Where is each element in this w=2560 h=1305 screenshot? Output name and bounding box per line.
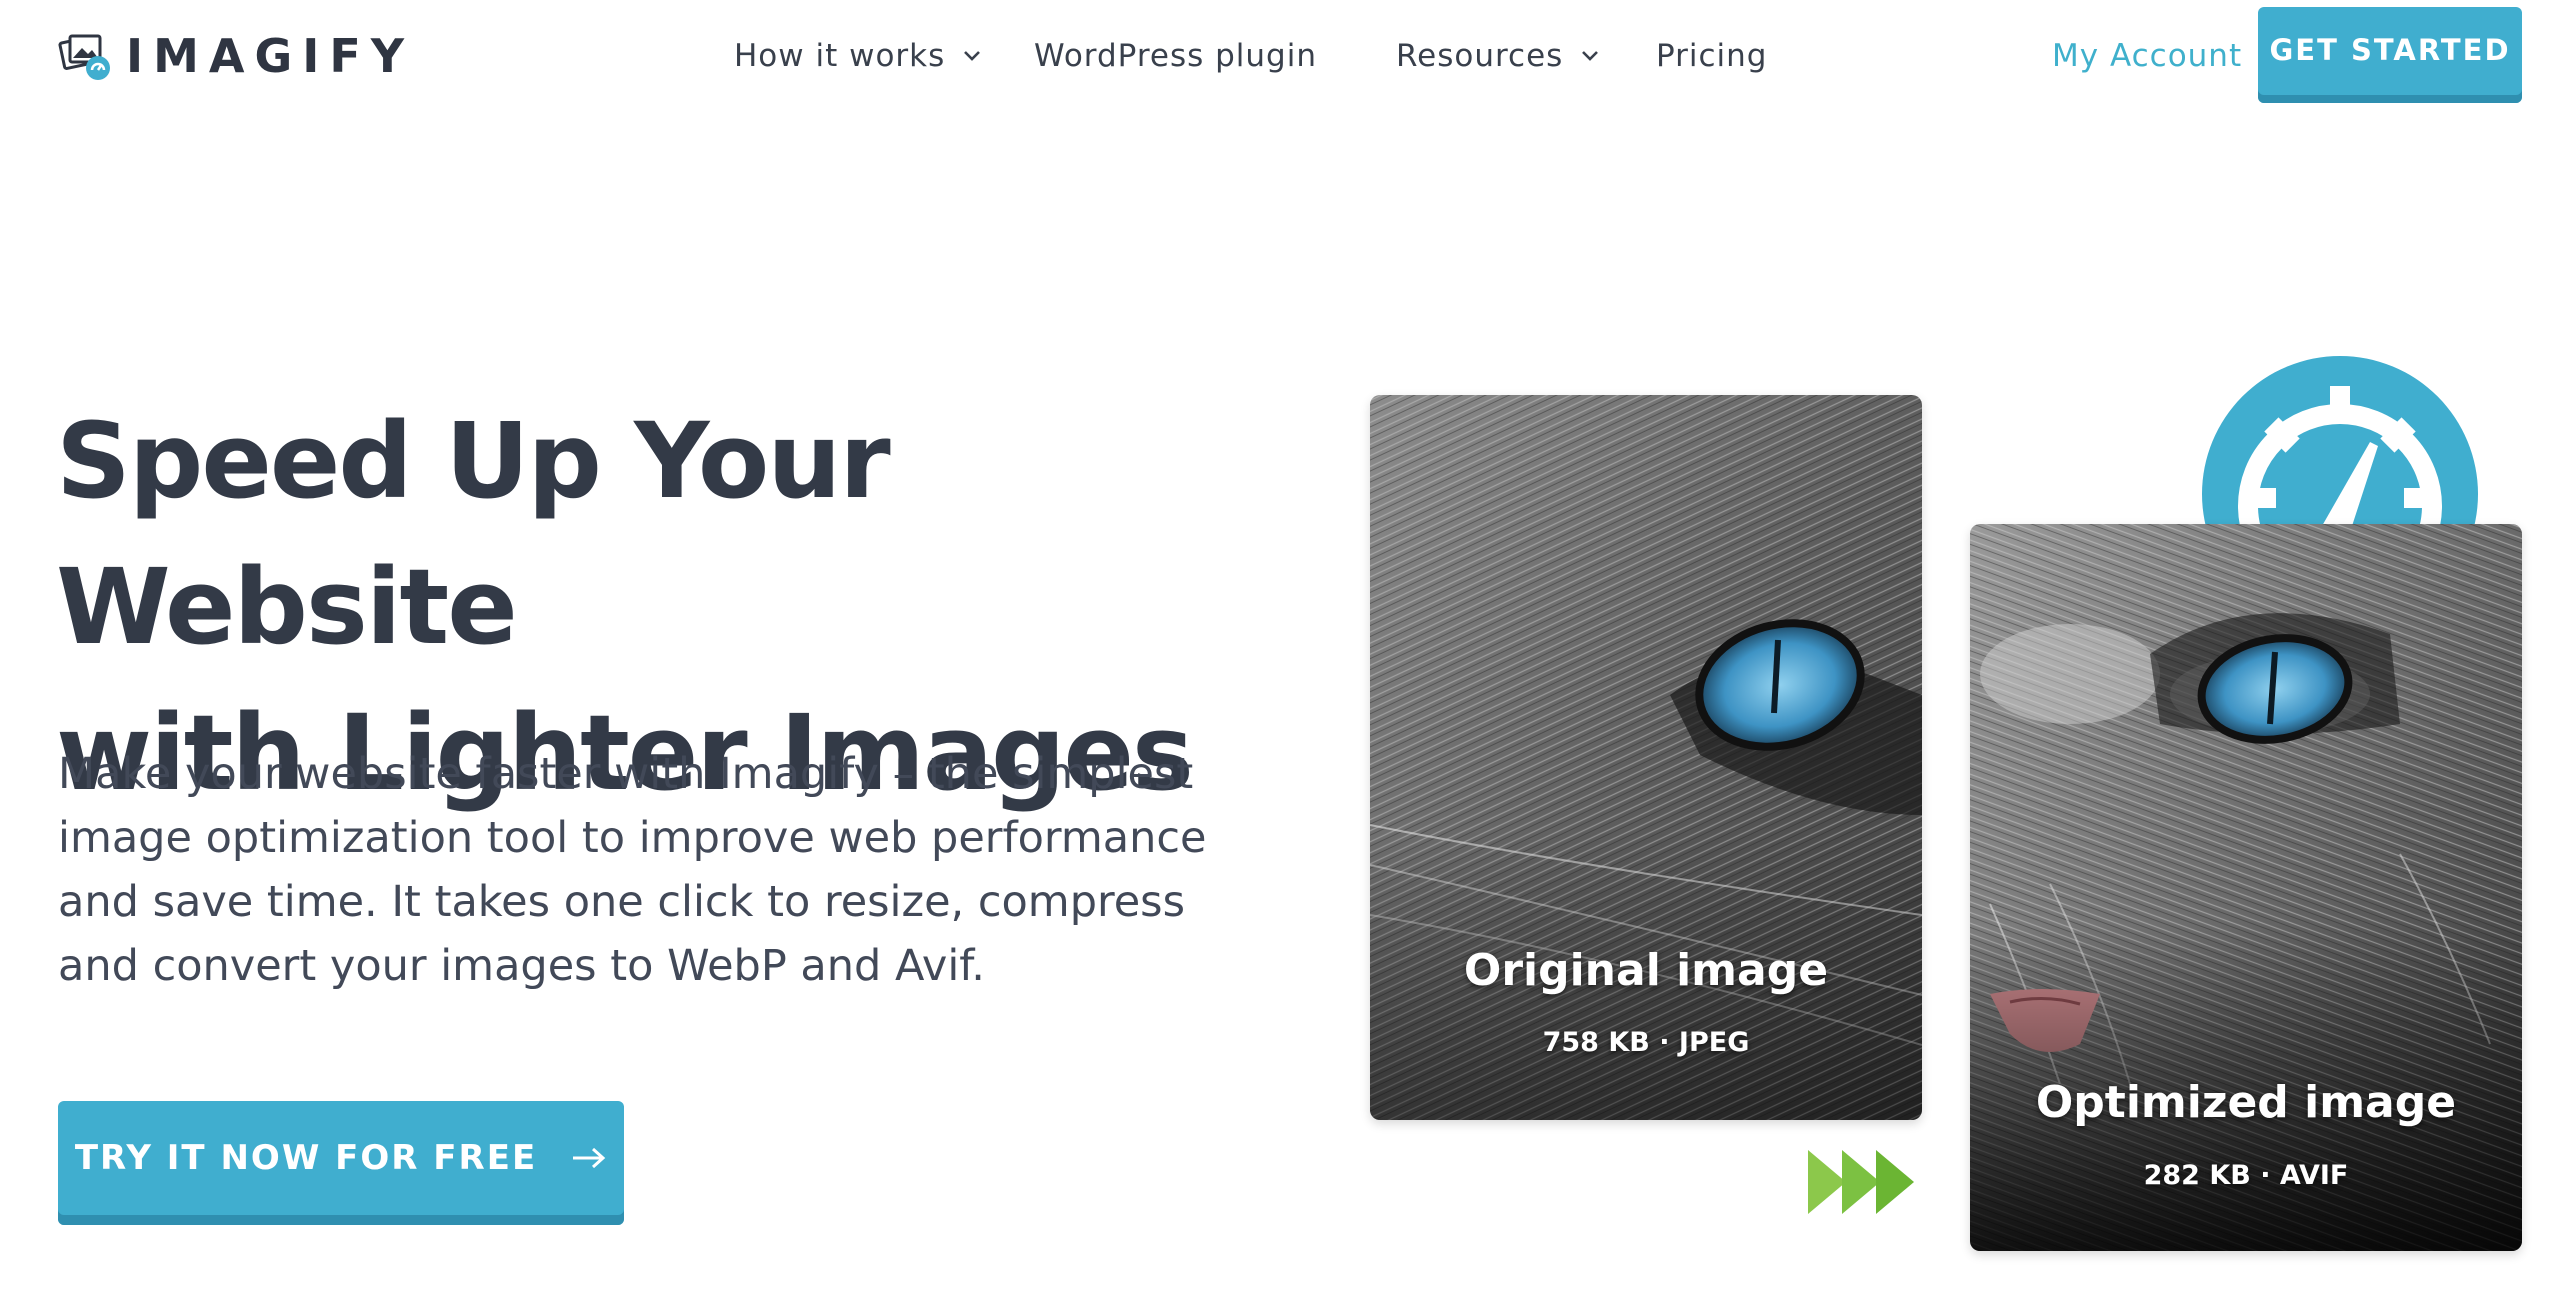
optimized-image-meta: 282 KB · AVIF: [2143, 1160, 2349, 1191]
try-free-button[interactable]: TRY IT NOW FOR FREE: [58, 1101, 624, 1225]
page: IMAGIFY How it works WordPress plugin Re…: [0, 0, 2560, 1305]
arrow-right-icon: [573, 1147, 606, 1169]
optimized-image-title: Optimized image: [2035, 1077, 2457, 1128]
logo-mark-icon: [58, 34, 110, 80]
nav-how-it-works-label: How it works: [734, 38, 946, 74]
logo[interactable]: IMAGIFY: [58, 28, 414, 84]
forward-arrows-icon: [1808, 1150, 1914, 1214]
chevron-down-icon: [964, 51, 981, 61]
original-image-card: Original image 758 KB · JPEG: [1370, 395, 1922, 1120]
logo-text: IMAGIFY: [126, 29, 415, 83]
nav-wordpress-plugin-label: WordPress plugin: [1034, 38, 1317, 74]
nav-pricing-label: Pricing: [1656, 38, 1768, 74]
hero-description: Make your website faster with Imagify – …: [58, 749, 1207, 991]
cat-photo-original: [1370, 395, 1922, 1120]
speedometer-icon: [2202, 356, 2478, 526]
original-image-title: Original image: [1463, 945, 1829, 996]
optimized-image-card: Optimized image 282 KB · AVIF: [1970, 524, 2522, 1251]
nav-pricing[interactable]: Pricing: [1656, 30, 1768, 82]
hero-title-line1: Speed Up Your Website: [56, 400, 891, 668]
nav-resources-label: Resources: [1396, 38, 1564, 74]
cat-photo-optimized: [1970, 524, 2522, 1251]
my-account-link[interactable]: My Account: [2052, 30, 2242, 82]
nav-how-it-works[interactable]: How it works: [734, 30, 983, 82]
site-header: IMAGIFY How it works WordPress plugin Re…: [0, 0, 2560, 120]
nav-wordpress-plugin[interactable]: WordPress plugin: [1034, 30, 1317, 82]
nav-resources[interactable]: Resources: [1396, 30, 1601, 82]
original-image-meta: 758 KB · JPEG: [1542, 1027, 1750, 1058]
chevron-down-icon: [1582, 51, 1599, 61]
get-started-button[interactable]: GET STARTED: [2258, 7, 2522, 103]
try-free-label: TRY IT NOW FOR FREE: [74, 1138, 538, 1178]
